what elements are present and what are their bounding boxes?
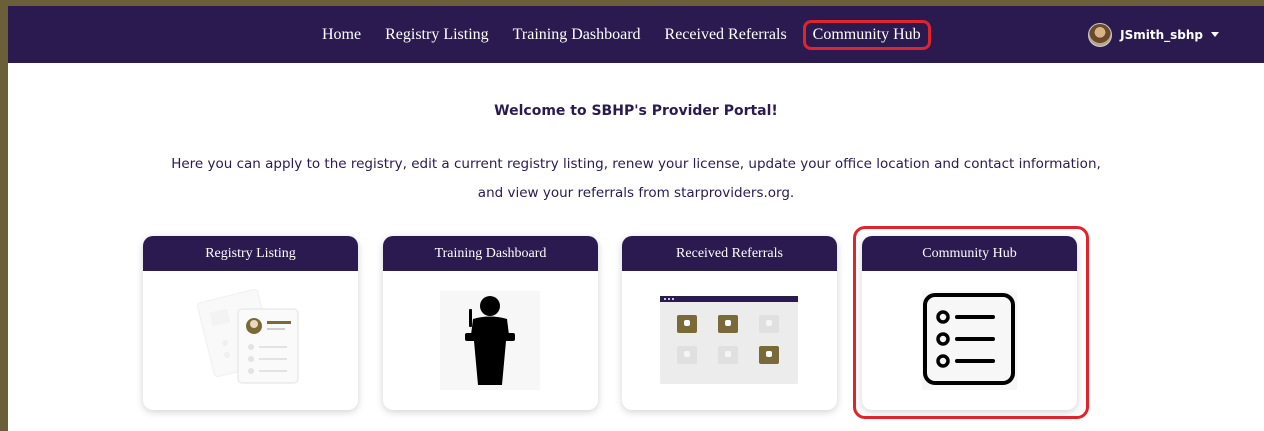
card-title: Registry Listing	[143, 236, 358, 271]
video-grid-icon	[660, 296, 798, 384]
intro-text: Here you can apply to the registry, edit…	[8, 150, 1264, 208]
card-title: Received Referrals	[622, 236, 837, 271]
checklist-icon	[922, 291, 1017, 390]
card-body	[622, 271, 837, 410]
nav-link-received-referrals[interactable]: Received Referrals	[653, 26, 799, 44]
document-profile-icon	[197, 288, 299, 384]
card-title: Community Hub	[862, 236, 1077, 271]
presenter-podium-icon	[440, 291, 540, 390]
chevron-down-icon	[1211, 32, 1219, 37]
nav-link-community-hub[interactable]: Community Hub	[802, 19, 931, 50]
card-title: Training Dashboard	[383, 236, 598, 271]
card-received-referrals[interactable]: Received Referrals	[622, 236, 837, 410]
nav-link-home[interactable]: Home	[310, 26, 373, 44]
username: JSmith_sbhp	[1120, 27, 1203, 42]
nav-links: Home Registry Listing Training Dashboard…	[310, 6, 931, 63]
page-frame: Home Registry Listing Training Dashboard…	[8, 6, 1264, 431]
card-registry-listing[interactable]: Registry Listing	[143, 236, 358, 410]
top-navbar: Home Registry Listing Training Dashboard…	[8, 6, 1264, 63]
user-menu[interactable]: JSmith_sbhp	[1088, 6, 1219, 63]
nav-link-registry-listing[interactable]: Registry Listing	[373, 26, 501, 44]
card-body	[143, 271, 358, 410]
avatar	[1088, 22, 1113, 47]
intro-line-2: and view your referrals from starprovide…	[477, 185, 795, 201]
card-community-hub[interactable]: Community Hub	[862, 236, 1077, 410]
card-body	[862, 271, 1077, 410]
card-body	[383, 271, 598, 410]
nav-link-training-dashboard[interactable]: Training Dashboard	[501, 26, 653, 44]
intro-line-1: Here you can apply to the registry, edit…	[171, 156, 1101, 172]
welcome-heading: Welcome to SBHP's Provider Portal!	[494, 103, 778, 119]
card-training-dashboard[interactable]: Training Dashboard	[383, 236, 598, 410]
